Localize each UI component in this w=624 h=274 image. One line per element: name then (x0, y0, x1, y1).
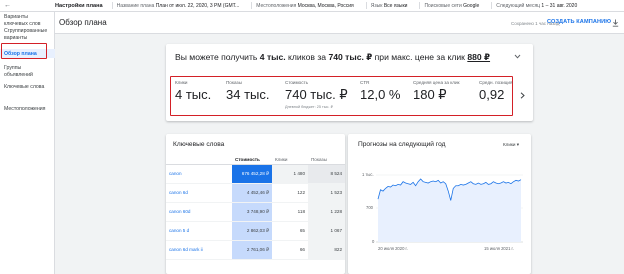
cell-cost: 2 761,06 ₽ (232, 240, 272, 260)
cell-clicks: 66 (272, 240, 308, 260)
sidebar-item-plan-overview[interactable]: Обзор плана (0, 49, 55, 58)
chevron-down-icon[interactable] (514, 54, 521, 59)
table-row: canon 5 d 2 862,03 ₽ 65 1 067 (166, 221, 345, 241)
cell-cost: 3 748,90 ₽ (232, 202, 272, 222)
column-header-keyword (166, 155, 232, 165)
table-row: canon 6d 4 452,46 ₽ 122 1 523 (166, 183, 345, 203)
divider (365, 2, 367, 9)
cell-clicks: 65 (272, 221, 308, 241)
cell-cost: 2 862,03 ₽ (232, 221, 272, 241)
keywords-table: Стоимость Клики Показы canon 676 452,28 … (166, 155, 345, 260)
keywords-card-title: Ключевые слова (173, 141, 225, 148)
series-area (378, 179, 521, 242)
column-header-cost[interactable]: Стоимость (232, 155, 272, 165)
metric-avg-position: Средн. позиция 0,92 (479, 80, 513, 102)
table-row: canon 60d 3 748,90 ₽ 118 1 228 (166, 202, 345, 222)
forecast-line-chart: 1 тыс. 700 0 20 июля 2020 г. 15 июля 202… (362, 172, 523, 251)
cell-clicks: 122 (272, 183, 308, 203)
keyword-link[interactable]: canon (166, 164, 232, 184)
table-row: canon 6d mark ii 2 761,06 ₽ 66 822 (166, 240, 345, 260)
column-header-impressions[interactable]: Показы (308, 155, 345, 165)
cell-clicks: 118 (272, 202, 308, 222)
x-tick-label: 20 июля 2020 г. (378, 246, 408, 251)
sidebar-item-keyword-ideas[interactable]: Варианты ключевых слов (0, 14, 55, 27)
cell-clicks: 1 480 (272, 164, 308, 184)
back-area: ← (0, 2, 55, 9)
divider (111, 2, 113, 9)
back-arrow-icon[interactable]: ← (4, 2, 11, 9)
sidebar-item-ad-groups[interactable]: Группы объявлений (0, 65, 55, 78)
language-field[interactable]: Язык Все языки (371, 3, 408, 9)
sidebar-item-locations[interactable]: Местоположения (0, 106, 55, 113)
page-header: Обзор плана Сохранено 1 час назад СОЗДАТ… (55, 12, 624, 34)
divider (419, 2, 421, 9)
keyword-link[interactable]: canon 6d mark ii (166, 240, 232, 260)
locations-field[interactable]: Местоположения Москва, Москва, Россия (256, 3, 353, 9)
sidebar: Варианты ключевых слов Сгруппированные в… (0, 12, 55, 274)
create-campaign-button[interactable]: СОЗДАТЬ КАМПАНИЮ (547, 19, 611, 25)
metric-cost: Стоимость 740 тыс. ₽ Дневной бюджет: 25 … (285, 80, 348, 109)
metric-impressions: Показы 34 тыс. (226, 80, 270, 102)
y-tick-label: 0 (372, 239, 375, 244)
cell-impressions: 8 524 (308, 164, 345, 184)
column-header-clicks[interactable]: Клики (272, 155, 308, 165)
table-row: canon 676 452,28 ₽ 1 480 8 524 (166, 164, 345, 184)
cell-impressions: 822 (308, 240, 345, 260)
search-networks-field[interactable]: Поисковые сети Google (424, 3, 479, 9)
plan-name-field[interactable]: Название плана План от июл. 22, 2020, 3 … (117, 3, 240, 9)
plan-overview-card: Вы можете получить 4 тыс. кликов за 740 … (166, 44, 533, 121)
plan-settings-bar: ← Настройки плана Название плана План от… (0, 0, 624, 12)
sidebar-item-keywords[interactable]: Ключевые слова (0, 84, 55, 91)
page-title: Обзор плана (59, 18, 107, 27)
metric-ctr: CTR 12,0 % (360, 80, 401, 102)
cell-cost: 4 452,46 ₽ (232, 183, 272, 203)
x-tick-label: 15 июля 2021 г. (484, 246, 514, 251)
y-tick-label: 1 тыс. (362, 172, 374, 177)
y-tick-label: 700 (366, 205, 374, 210)
keyword-link[interactable]: canon 60d (166, 202, 232, 222)
cell-impressions: 1 228 (308, 202, 345, 222)
keyword-link[interactable]: canon 5 d (166, 221, 232, 241)
divider (491, 2, 493, 9)
keyword-link[interactable]: canon 6d (166, 183, 232, 203)
forecast-card: Прогнозы на следующий год Клики ▾ 1 тыс.… (348, 134, 531, 274)
cell-impressions: 1 067 (308, 221, 345, 241)
table-header-row: Стоимость Клики Показы (166, 155, 345, 165)
metric-avg-cpc: Средняя цена за клик 180 ₽ (413, 80, 460, 102)
date-range-field[interactable]: Следующий месяц 1 – 31 авг. 2020 (496, 3, 577, 9)
chevron-right-icon[interactable] (520, 92, 525, 99)
keywords-card: Ключевые слова Стоимость Клики Показы ca… (166, 134, 345, 274)
cell-cost: 676 452,28 ₽ (232, 164, 272, 184)
sidebar-item-grouped-ideas[interactable]: Сгруппированные варианты (0, 28, 55, 41)
divider (251, 2, 253, 9)
plan-settings-title: Настройки плана (55, 2, 103, 9)
download-icon[interactable] (612, 19, 619, 27)
metric-clicks: Клики 4 тыс. (175, 80, 212, 102)
cell-impressions: 1 523 (308, 183, 345, 203)
max-cpc-link[interactable]: 880 ₽ (467, 52, 490, 62)
forecast-headline: Вы можете получить 4 тыс. кликов за 740 … (175, 52, 491, 62)
